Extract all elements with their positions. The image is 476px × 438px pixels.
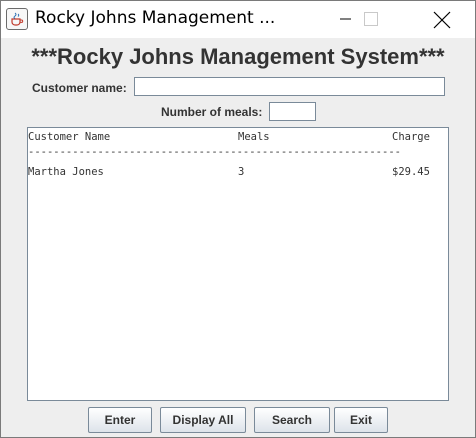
- separator-line: ----------------------------------------…: [28, 146, 401, 158]
- output-text-area[interactable]: Customer Name Meals Charge -------------…: [27, 127, 449, 401]
- java-cup-icon[interactable]: [6, 8, 28, 30]
- close-button[interactable]: [420, 1, 466, 38]
- header-customer-name: Customer Name: [28, 131, 111, 143]
- customer-name-input[interactable]: [134, 77, 445, 96]
- customer-name-label: Customer name:: [32, 81, 127, 95]
- maximize-button[interactable]: [348, 1, 394, 38]
- header-charge: Charge: [392, 131, 430, 143]
- system-heading: ***Rocky Johns Management System***: [31, 44, 445, 69]
- exit-button[interactable]: Exit: [334, 407, 388, 433]
- close-icon: [433, 11, 451, 29]
- number-of-meals-input[interactable]: [269, 102, 316, 121]
- enter-button[interactable]: Enter: [88, 407, 152, 433]
- display-all-button[interactable]: Display All: [160, 407, 246, 433]
- row-charge: $29.45: [392, 166, 430, 178]
- maximize-icon: [364, 12, 378, 26]
- row-meals: 3: [238, 166, 245, 178]
- app-window: Rocky Johns Management ... ***Rocky John…: [0, 0, 476, 438]
- search-button[interactable]: Search: [254, 407, 330, 433]
- header-meals: Meals: [238, 131, 270, 143]
- title-bar[interactable]: Rocky Johns Management ...: [1, 1, 475, 38]
- row-customer-name: Martha Jones: [28, 166, 104, 178]
- window-title: Rocky Johns Management ...: [35, 8, 276, 28]
- number-of-meals-label: Number of meals:: [161, 105, 263, 119]
